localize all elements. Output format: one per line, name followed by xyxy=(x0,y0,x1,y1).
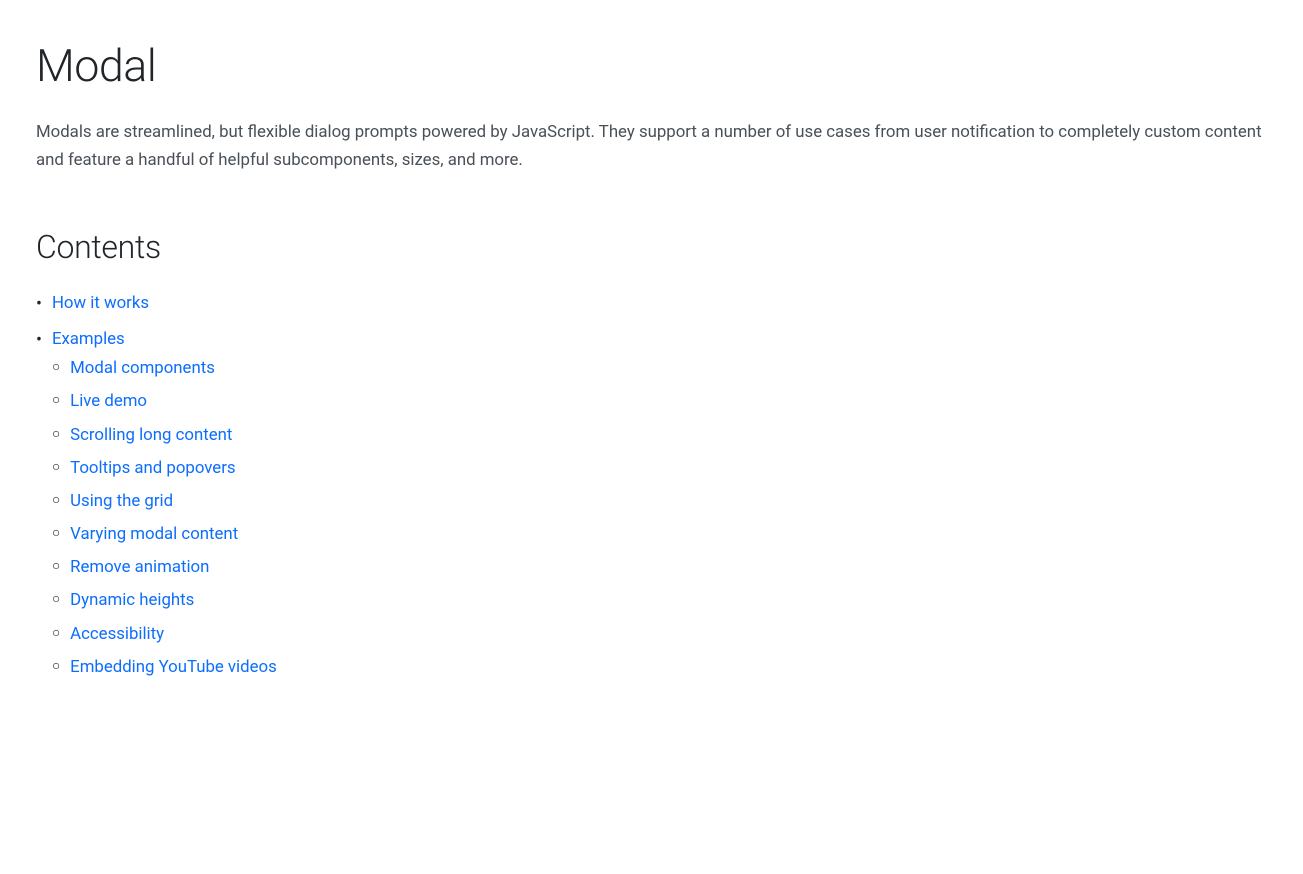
contents-sub-link-1-4[interactable]: Using the grid xyxy=(70,489,173,514)
contents-sub-item-1-5: Varying modal content xyxy=(52,522,277,547)
page-title: Modal xyxy=(36,32,1267,99)
contents-sub-item-1-2: Scrolling long content xyxy=(52,423,277,448)
contents-sub-link-1-9[interactable]: Embedding YouTube videos xyxy=(70,655,277,680)
contents-sub-list-1: Modal components Live demo Scrolling long … xyxy=(52,356,277,688)
contents-section: Contents How it works Examples Modal compo… xyxy=(36,223,1267,688)
contents-sub-link-1-2[interactable]: Scrolling long content xyxy=(70,423,232,448)
contents-sub-link-1-6[interactable]: Remove animation xyxy=(70,555,209,580)
page-description: Modals are streamlined, but flexible dia… xyxy=(36,119,1267,174)
contents-sub-item-1-9: Embedding YouTube videos xyxy=(52,655,277,680)
contents-top-item-0: How it works xyxy=(36,291,1267,317)
contents-sub-link-1-8[interactable]: Accessibility xyxy=(70,622,164,647)
contents-sub-item-1-1: Live demo xyxy=(52,389,277,414)
contents-top-link-1[interactable]: Examples xyxy=(52,329,125,349)
contents-sub-link-1-0[interactable]: Modal components xyxy=(70,356,215,381)
contents-sub-link-1-3[interactable]: Tooltips and popovers xyxy=(70,456,235,481)
contents-sub-item-1-7: Dynamic heights xyxy=(52,588,277,613)
contents-sub-link-1-1[interactable]: Live demo xyxy=(70,389,147,414)
contents-sub-item-1-3: Tooltips and popovers xyxy=(52,456,277,481)
contents-sub-link-1-7[interactable]: Dynamic heights xyxy=(70,588,194,613)
contents-sub-item-1-6: Remove animation xyxy=(52,555,277,580)
contents-list: How it works Examples Modal components Live… xyxy=(36,291,1267,688)
contents-top-item-1: Examples Modal components Live demo Scrolli… xyxy=(36,327,1267,688)
contents-top-link-0[interactable]: How it works xyxy=(52,291,149,316)
contents-sub-item-1-8: Accessibility xyxy=(52,622,277,647)
contents-sub-link-1-5[interactable]: Varying modal content xyxy=(70,522,238,547)
contents-heading: Contents xyxy=(36,223,1267,271)
contents-sub-item-1-4: Using the grid xyxy=(52,489,277,514)
contents-sub-item-1-0: Modal components xyxy=(52,356,277,381)
